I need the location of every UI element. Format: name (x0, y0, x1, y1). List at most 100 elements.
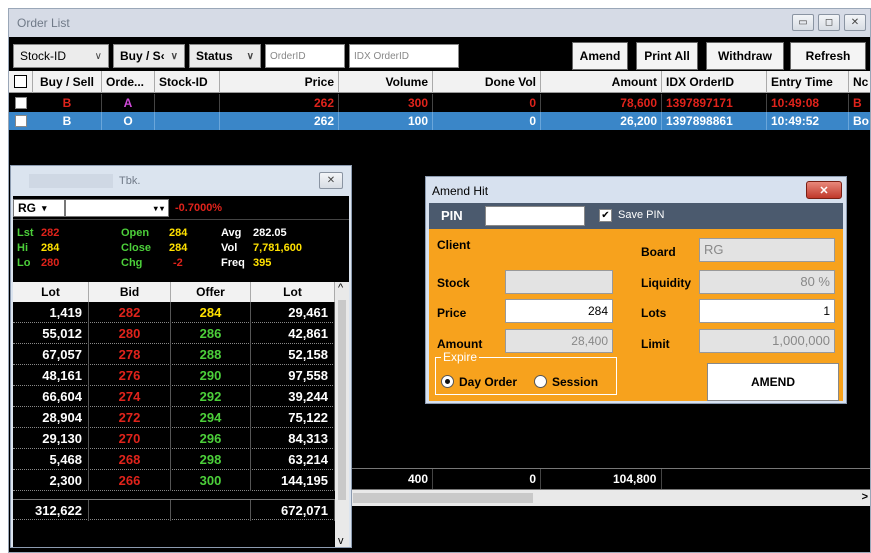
depth-vertical-scrollbar[interactable]: ^ v (335, 282, 349, 547)
status-select[interactable]: Status ∨ (189, 44, 261, 68)
horizontal-scrollbar[interactable]: > (349, 490, 870, 506)
session-label: Session (552, 375, 599, 389)
order-row[interactable]: B A 262 300 0 78,600 1397897171 10:49:08… (9, 94, 870, 112)
chg-label: Chg (121, 257, 143, 269)
hi-label: Hi (17, 242, 28, 254)
bid-price: 274 (89, 386, 171, 407)
depth-row[interactable]: 67,057 278 288 52,158 (13, 344, 335, 365)
select-all-checkbox[interactable] (14, 75, 27, 88)
total-amount: 104,800 (541, 469, 662, 489)
row-checkbox[interactable] (15, 97, 27, 109)
depth-row[interactable]: 28,904 272 294 75,122 (13, 407, 335, 428)
offer-price: 292 (171, 386, 251, 407)
offer-lot: 84,313 (251, 428, 335, 449)
price-input[interactable]: 284 (505, 299, 613, 323)
depth-grid-header: Lot Bid Offer Lot (13, 282, 335, 302)
bid-lot: 1,419 (13, 302, 89, 323)
maximize-button[interactable]: ◻ (818, 14, 840, 31)
minimize-button[interactable]: ▭ (792, 14, 814, 31)
close-button[interactable]: ✕ (844, 14, 866, 31)
lst-label: Lst (17, 227, 34, 239)
col-offer: Offer (171, 282, 251, 302)
bid-lot: 29,130 (13, 428, 89, 449)
order-id-input[interactable]: OrderID (265, 44, 345, 68)
amend-hit-dialog: Amend Hit ✕ PIN ✔ Save PIN Client Board … (425, 176, 847, 404)
offer-lot: 75,122 (251, 407, 335, 428)
offer-price: 300 (171, 470, 251, 491)
cell-side: B (33, 112, 102, 130)
open-label: Open (121, 227, 150, 239)
col-stock-id[interactable]: Stock-ID (155, 71, 220, 93)
col-bid-lot: Lot (13, 282, 89, 302)
pin-input[interactable] (485, 206, 585, 226)
scrollbar-thumb[interactable] (338, 300, 346, 500)
liquidity-label: Liquidity (641, 276, 691, 290)
offer-price: 286 (171, 323, 251, 344)
col-idx-order-id[interactable]: IDX OrderID (662, 71, 767, 93)
stock-id-select-value: Stock-ID (20, 49, 67, 63)
freq-label: Freq (221, 257, 245, 269)
amend-button[interactable]: Amend (572, 42, 628, 70)
depth-row[interactable]: 66,604 274 292 39,244 (13, 386, 335, 407)
stock-id-select[interactable]: Stock-ID ∨ (13, 44, 109, 68)
limit-label: Limit (641, 337, 670, 351)
col-entry-time[interactable]: Entry Time (767, 71, 849, 93)
row-checkbox[interactable] (15, 115, 27, 127)
amount-field: 28,400 (505, 329, 613, 353)
liquidity-field: 80 % (699, 270, 835, 294)
board-select[interactable]: RG ▾ (13, 199, 65, 217)
bid-lot: 5,468 (13, 449, 89, 470)
offer-price: 298 (171, 449, 251, 470)
depth-row[interactable]: 1,419 282 284 29,461 (13, 302, 335, 323)
depth-close-button[interactable]: ✕ (319, 172, 343, 189)
col-done-vol[interactable]: Done Vol (433, 71, 541, 93)
lots-input[interactable]: 1 (699, 299, 835, 323)
session-radio[interactable] (534, 375, 547, 388)
lo-value: 280 (41, 257, 60, 269)
offer-price: 290 (171, 365, 251, 386)
change-percent: -0.7000% (175, 202, 223, 214)
amend-close-button[interactable]: ✕ (806, 181, 842, 199)
scrollbar-thumb[interactable] (353, 493, 533, 503)
depth-row[interactable]: 5,468 268 298 63,214 (13, 449, 335, 470)
amend-submit-button[interactable]: AMEND (707, 363, 839, 401)
idx-order-id-input[interactable]: IDX OrderID (349, 44, 459, 68)
bid-lot: 66,604 (13, 386, 89, 407)
cell-idx-order-id: 1397897171 (662, 94, 767, 112)
total-volume: 400 (339, 469, 433, 489)
save-pin-checkbox[interactable]: ✔ (599, 209, 612, 222)
withdraw-button[interactable]: Withdraw (706, 42, 784, 70)
cell-volume: 100 (339, 112, 433, 130)
day-order-radio[interactable] (441, 375, 454, 388)
col-amount[interactable]: Amount (541, 71, 662, 93)
pin-label: PIN (441, 208, 463, 223)
bid-lot: 2,300 (13, 470, 89, 491)
close-label: Close (121, 242, 151, 254)
stock-select[interactable]: ▾ ▾ (65, 199, 169, 217)
depth-row[interactable]: 55,012 280 286 42,861 (13, 323, 335, 344)
select-all-cell[interactable] (9, 71, 33, 93)
chg-value: -2 (173, 257, 183, 269)
col-price[interactable]: Price (220, 71, 339, 93)
cell-order-status: O (102, 112, 155, 130)
col-volume[interactable]: Volume (339, 71, 433, 93)
depth-row[interactable]: 2,300 266 300 144,195 (13, 470, 335, 491)
open-value: 284 (169, 227, 188, 239)
cell-done-vol: 0 (433, 94, 541, 112)
order-row-selected[interactable]: B O 262 100 0 26,200 1397898861 10:49:52… (9, 112, 870, 130)
cell-price: 262 (220, 94, 339, 112)
refresh-button[interactable]: Refresh (790, 42, 866, 70)
print-all-button[interactable]: Print All (636, 42, 698, 70)
scroll-down-icon[interactable]: v (338, 535, 344, 547)
toolbar: Stock-ID ∨ Buy / S‹ ∨ Status ∨ OrderID I… (9, 37, 870, 71)
scroll-up-icon[interactable]: ^ (338, 282, 343, 294)
stock-label: Stock (437, 276, 470, 290)
buy-sell-select[interactable]: Buy / S‹ ∨ (113, 44, 185, 68)
col-order[interactable]: Orde... (102, 71, 155, 93)
depth-row[interactable]: 29,130 270 296 84,313 (13, 428, 335, 449)
col-buy-sell[interactable]: Buy / Sell (33, 71, 102, 93)
col-extra[interactable]: Nc (849, 71, 870, 93)
scroll-right-icon[interactable]: > (862, 491, 868, 503)
depth-row[interactable]: 48,161 276 290 97,558 (13, 365, 335, 386)
board-label: Board (641, 245, 676, 259)
